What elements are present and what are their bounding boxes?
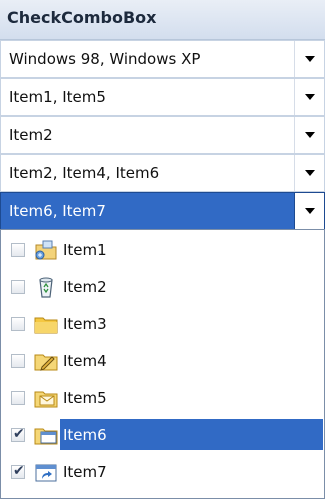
dropdown-button[interactable] bbox=[294, 41, 324, 77]
chevron-down-icon bbox=[305, 208, 315, 214]
item-label: Item1 bbox=[63, 241, 107, 259]
group-header: CheckComboBox bbox=[0, 0, 325, 40]
chevron-down-icon bbox=[305, 170, 315, 176]
combo-value: Item6, Item7 bbox=[9, 202, 106, 220]
check-combo-box-2[interactable]: Item1, Item5 bbox=[0, 78, 325, 116]
list-item-item7[interactable]: ✔ Item7 bbox=[1, 455, 324, 492]
item-checkbox[interactable]: ✔ bbox=[11, 426, 25, 442]
combo-value: Item2, Item4, Item6 bbox=[9, 164, 160, 182]
list-item-item3[interactable]: Item3 bbox=[1, 307, 324, 344]
dropdown-button[interactable] bbox=[294, 155, 324, 191]
checkmark-icon: ✔ bbox=[13, 463, 25, 479]
combo-value: Windows 98, Windows XP bbox=[9, 50, 201, 68]
checkmark-icon: ✔ bbox=[13, 426, 25, 442]
folder-icon bbox=[34, 317, 58, 334]
list-item-item6[interactable]: ✔ Item6 bbox=[1, 418, 324, 455]
window-folder-icon bbox=[34, 428, 58, 445]
network-folder-icon bbox=[35, 240, 57, 260]
combo-value: Item2 bbox=[9, 126, 53, 144]
item-label: Item4 bbox=[63, 352, 107, 370]
list-item-item1[interactable]: Item1 bbox=[1, 233, 324, 270]
check-combo-box-4[interactable]: Item2, Item4, Item6 bbox=[0, 154, 325, 192]
dropdown-button[interactable] bbox=[294, 79, 324, 115]
chevron-down-icon bbox=[305, 56, 315, 62]
list-item-item2[interactable]: Item2 bbox=[1, 270, 324, 307]
recycle-bin-icon bbox=[39, 277, 53, 298]
chevron-down-icon bbox=[305, 132, 315, 138]
item-label: Item7 bbox=[63, 463, 107, 481]
dropdown-button[interactable] bbox=[294, 117, 324, 153]
dropdown-list: Item1 Item2 Item3 Item4 Item5 ✔ Item6 ✔ … bbox=[0, 229, 325, 499]
list-item-item4[interactable]: Item4 bbox=[1, 344, 324, 381]
chevron-down-icon bbox=[305, 94, 315, 100]
item-label: Item6 bbox=[60, 419, 323, 450]
item-label: Item2 bbox=[63, 278, 107, 296]
check-combo-box-1[interactable]: Windows 98, Windows XP bbox=[0, 40, 325, 78]
item-label: Item5 bbox=[63, 389, 107, 407]
item-checkbox[interactable] bbox=[11, 317, 25, 331]
check-combo-box-5[interactable]: Item6, Item7 bbox=[0, 192, 325, 230]
combo-value: Item1, Item5 bbox=[9, 88, 106, 106]
item-checkbox[interactable]: ✔ bbox=[11, 463, 25, 479]
list-item-item5[interactable]: Item5 bbox=[1, 381, 324, 418]
item-checkbox[interactable] bbox=[11, 354, 25, 368]
edit-folder-icon bbox=[34, 354, 58, 371]
item-checkbox[interactable] bbox=[11, 391, 25, 405]
shortcut-window-icon bbox=[35, 464, 57, 482]
item-checkbox[interactable] bbox=[11, 280, 25, 294]
dropdown-button[interactable] bbox=[294, 193, 324, 229]
check-combo-box-3[interactable]: Item2 bbox=[0, 116, 325, 154]
mail-folder-icon bbox=[34, 391, 58, 408]
item-label: Item3 bbox=[63, 315, 107, 333]
header-title: CheckComboBox bbox=[7, 8, 157, 27]
item-checkbox[interactable] bbox=[11, 243, 25, 257]
